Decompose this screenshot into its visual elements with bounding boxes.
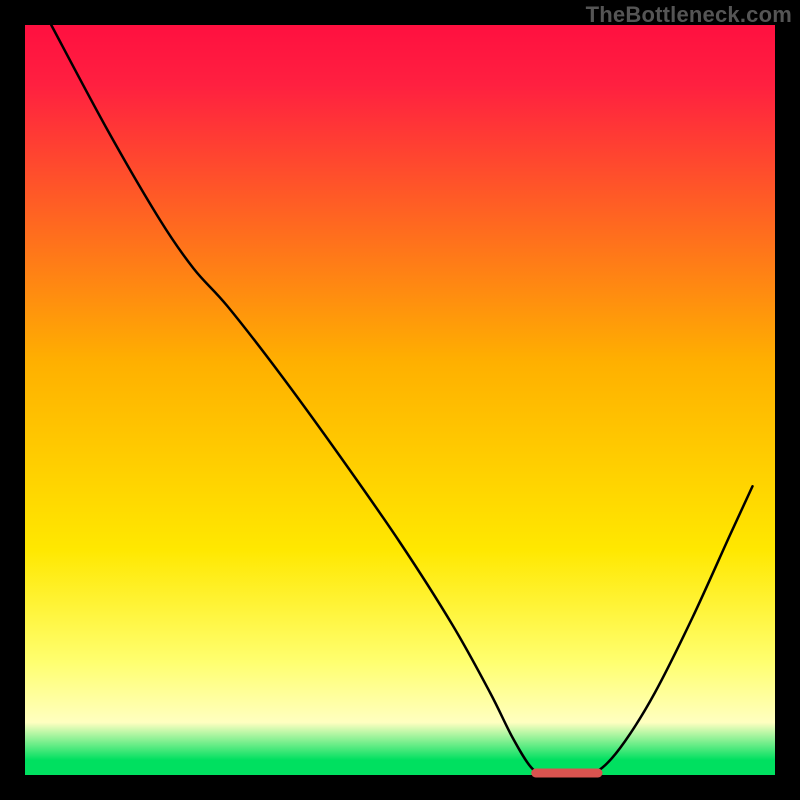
bottleneck-chart — [0, 0, 800, 800]
optimal-range-marker — [531, 769, 602, 778]
chart-container: TheBottleneck.com — [0, 0, 800, 800]
plot-background — [25, 25, 775, 775]
watermark-text: TheBottleneck.com — [586, 2, 792, 28]
